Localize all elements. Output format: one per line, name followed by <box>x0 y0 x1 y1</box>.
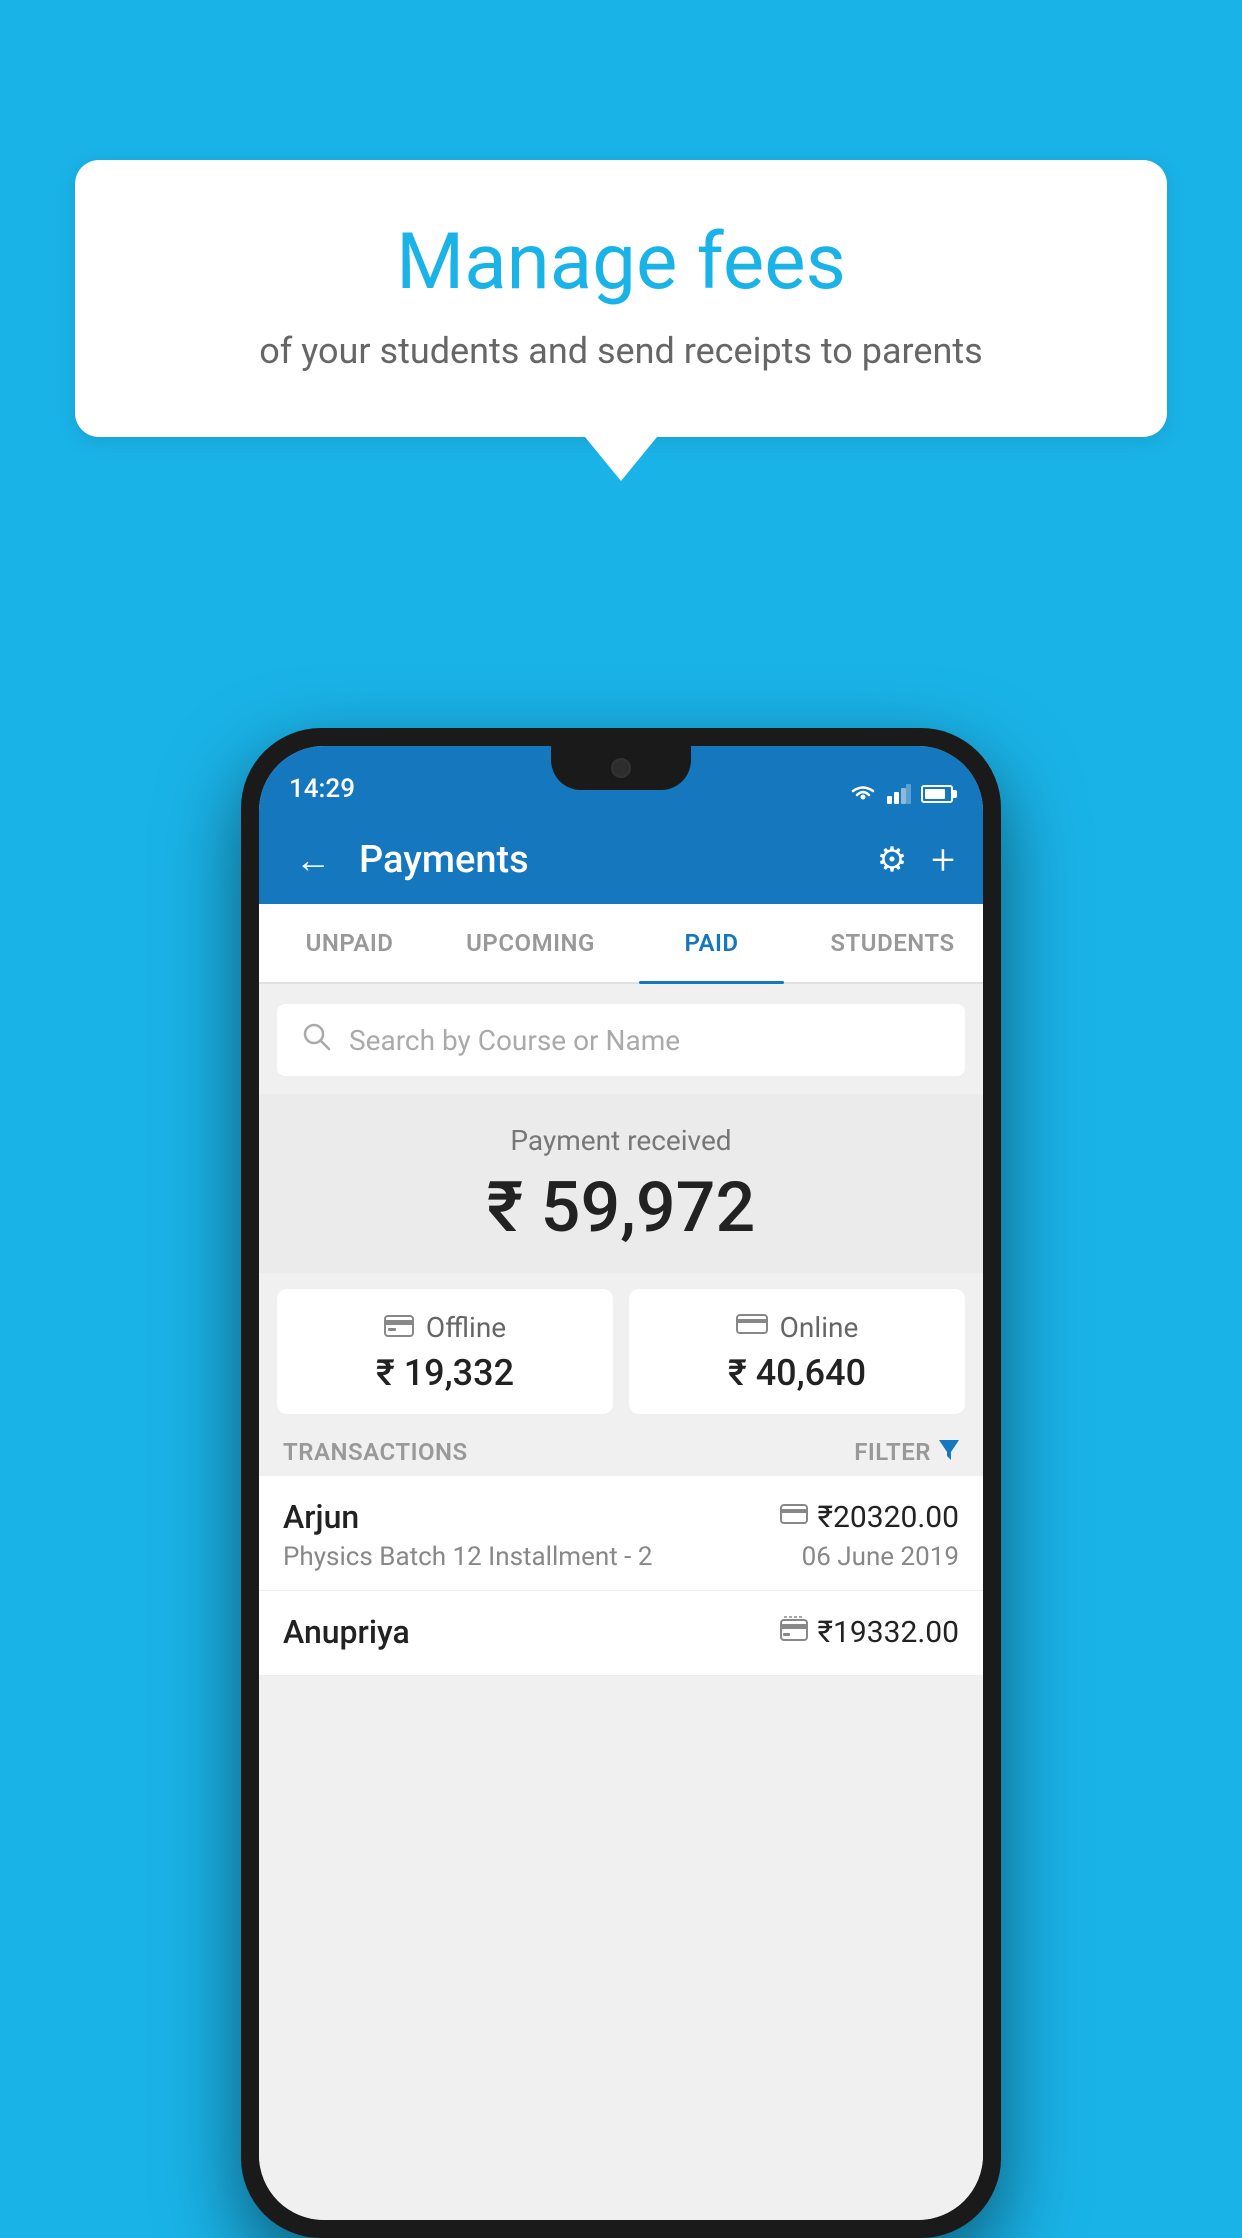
table-row[interactable]: Anupriya ₹193 <box>259 1591 983 1676</box>
transaction-list: Arjun ₹20320.00 <box>259 1476 983 1676</box>
online-card-header: Online <box>649 1311 945 1344</box>
online-amount: ₹ 40,640 <box>649 1352 945 1394</box>
offline-type-icon <box>780 1616 808 1649</box>
status-icons <box>849 784 953 804</box>
online-label: Online <box>780 1311 859 1344</box>
transaction-row-2: Physics Batch 12 Installment - 2 06 June… <box>283 1542 959 1572</box>
settings-icon[interactable]: ⚙ <box>877 840 907 880</box>
search-input-placeholder: Search by Course or Name <box>349 1024 680 1057</box>
online-icon <box>736 1312 768 1343</box>
transactions-label: TRANSACTIONS <box>283 1438 468 1466</box>
transactions-header: TRANSACTIONS FILTER <box>259 1414 983 1476</box>
transaction-amount-row: ₹20320.00 <box>780 1500 959 1535</box>
offline-label: Offline <box>426 1311 506 1344</box>
tab-unpaid[interactable]: UNPAID <box>259 904 440 982</box>
tab-upcoming[interactable]: UPCOMING <box>440 904 621 982</box>
filter-icon <box>939 1438 959 1466</box>
search-icon <box>301 1021 331 1059</box>
payment-total-amount: ₹ 59,972 <box>279 1167 963 1249</box>
transaction-amount: ₹19332.00 <box>818 1615 959 1650</box>
speech-bubble: Manage fees of your students and send re… <box>75 160 1167 437</box>
signal-icon <box>887 784 911 804</box>
back-button[interactable]: ← <box>287 831 339 889</box>
offline-amount: ₹ 19,332 <box>297 1352 593 1394</box>
notch-camera <box>611 758 631 778</box>
wifi-icon <box>849 784 877 804</box>
battery-icon <box>921 785 953 803</box>
tab-students[interactable]: STUDENTS <box>802 904 983 982</box>
transaction-name: Arjun <box>283 1498 359 1536</box>
transaction-amount-row: ₹19332.00 <box>780 1615 959 1650</box>
transaction-name: Anupriya <box>283 1613 410 1651</box>
phone-screen: 14:29 <box>259 746 983 2220</box>
phone-shell: 14:29 <box>241 728 1001 2238</box>
transaction-course: Physics Batch 12 Installment - 2 <box>283 1542 652 1572</box>
transaction-row-1: Anupriya ₹193 <box>283 1613 959 1651</box>
add-icon[interactable]: + <box>931 836 955 885</box>
header-actions: ⚙ + <box>877 836 955 885</box>
online-type-icon <box>780 1502 808 1532</box>
status-time: 14:29 <box>289 774 355 804</box>
tab-bar: UNPAID UPCOMING PAID STUDENTS <box>259 904 983 984</box>
app-header: ← Payments ⚙ + <box>259 816 983 904</box>
search-bar[interactable]: Search by Course or Name <box>277 1004 965 1076</box>
filter-label: FILTER <box>854 1438 931 1466</box>
transaction-amount: ₹20320.00 <box>818 1500 959 1535</box>
speech-bubble-title: Manage fees <box>125 220 1117 306</box>
table-row[interactable]: Arjun ₹20320.00 <box>259 1476 983 1591</box>
payment-summary: Payment received ₹ 59,972 <box>259 1094 983 1273</box>
offline-card-header: Offline <box>297 1311 593 1344</box>
offline-icon <box>384 1311 414 1344</box>
tab-paid[interactable]: PAID <box>621 904 802 982</box>
main-content: Search by Course or Name Payment receive… <box>259 984 983 2220</box>
notch <box>551 746 691 790</box>
speech-bubble-subtitle: of your students and send receipts to pa… <box>125 330 1117 372</box>
payment-cards: Offline ₹ 19,332 Online <box>259 1289 983 1414</box>
offline-payment-card: Offline ₹ 19,332 <box>277 1289 613 1414</box>
payment-received-label: Payment received <box>279 1124 963 1157</box>
phone-container: 14:29 <box>241 728 1001 2238</box>
filter-button[interactable]: FILTER <box>854 1438 959 1466</box>
header-title: Payments <box>359 838 877 882</box>
transaction-date: 06 June 2019 <box>802 1542 959 1572</box>
online-payment-card: Online ₹ 40,640 <box>629 1289 965 1414</box>
transaction-row-1: Arjun ₹20320.00 <box>283 1498 959 1536</box>
